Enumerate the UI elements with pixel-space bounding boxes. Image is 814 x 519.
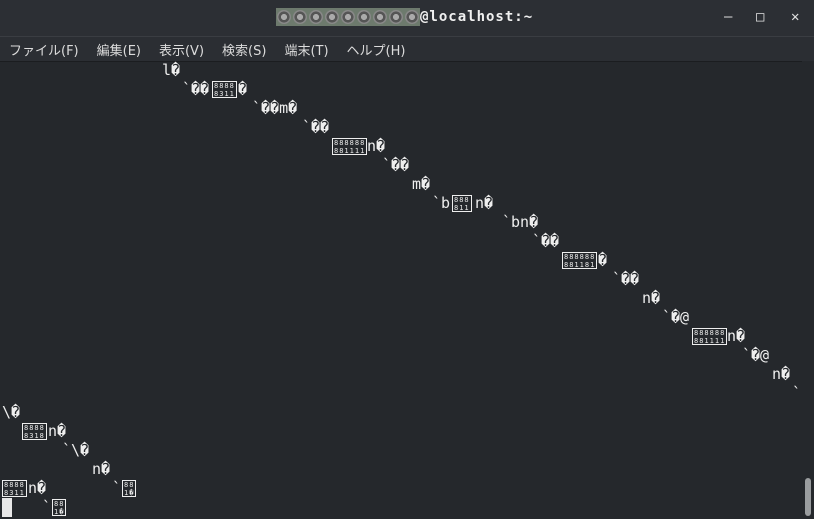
terminal-output[interactable]: l� `�� 8888 8311 � `��m� `�� 888888 881111 n� `�� m… xyxy=(2,61,802,519)
unprintable-glyph-box: 88 1� xyxy=(52,499,67,516)
terminal-text: `\� xyxy=(62,441,90,459)
unprintable-glyph-box: 88 1� xyxy=(122,480,137,497)
terminal-text: ` xyxy=(112,479,122,497)
garbled-title-glyphs xyxy=(276,8,420,26)
unprintable-glyph-box: 8888 8311 xyxy=(2,480,27,497)
title-bar: @localhost:~ – □ ✕ xyxy=(0,0,814,36)
terminal-text: m� xyxy=(412,175,431,193)
terminal-text: `�� xyxy=(382,156,410,174)
terminal-text: � xyxy=(238,80,248,98)
terminal-text: `�� xyxy=(302,118,330,136)
menu-help[interactable]: ヘルプ(H) xyxy=(347,40,406,59)
terminal-text: `b xyxy=(432,194,451,212)
unprintable-glyph-box: 8888 8311 xyxy=(212,81,237,98)
terminal-text: n� xyxy=(727,327,746,345)
terminal-text: `�� xyxy=(182,80,210,98)
terminal-text: n� xyxy=(48,422,67,440)
terminal-text: `�@ xyxy=(742,346,770,364)
terminal-text: `�� xyxy=(532,232,560,250)
terminal-text: ` xyxy=(42,498,52,516)
menu-file[interactable]: ファイル(F) xyxy=(9,40,79,59)
menu-terminal[interactable]: 端末(T) xyxy=(284,40,328,59)
terminal-text: `bn� xyxy=(502,213,539,231)
menu-edit[interactable]: 編集(E) xyxy=(97,40,141,59)
close-button[interactable]: ✕ xyxy=(791,9,799,25)
terminal-text: `�@ xyxy=(662,308,690,326)
menu-view[interactable]: 表示(V) xyxy=(159,40,204,59)
terminal-text: `�� xyxy=(612,270,640,288)
terminal-text: l� xyxy=(162,61,181,79)
unprintable-glyph-box: 888888 881111 xyxy=(332,138,368,155)
terminal-text: � xyxy=(598,251,608,269)
unprintable-glyph-box: 888888 881111 xyxy=(692,328,728,345)
terminal-text: `��m� xyxy=(252,99,298,117)
terminal-text: n� xyxy=(367,137,386,155)
terminal-text: n� xyxy=(642,289,661,307)
terminal-text: n� xyxy=(92,460,111,478)
terminal-cursor xyxy=(2,498,12,517)
window-title-text: @localhost:~ xyxy=(420,9,534,25)
maximize-button[interactable]: □ xyxy=(756,9,764,25)
unprintable-glyph-box: 888 811 xyxy=(452,195,472,212)
terminal-text: n� xyxy=(772,365,791,383)
menu-search[interactable]: 検索(S) xyxy=(222,40,266,59)
window-title: @localhost:~ xyxy=(276,8,533,26)
minimize-button[interactable]: – xyxy=(724,9,732,25)
terminal-text: ` xyxy=(792,384,802,402)
scrollbar[interactable] xyxy=(802,61,814,519)
menu-bar: ファイル(F) 編集(E) 表示(V) 検索(S) 端末(T) ヘルプ(H) xyxy=(0,36,814,62)
terminal-text: n� xyxy=(475,194,494,212)
scrollbar-thumb[interactable] xyxy=(805,478,811,516)
terminal-text: n� xyxy=(28,479,47,497)
unprintable-glyph-box: 8888 8318 xyxy=(22,423,47,440)
unprintable-glyph-box: 888888 881181 xyxy=(562,252,598,269)
terminal-text: \� xyxy=(2,403,21,421)
